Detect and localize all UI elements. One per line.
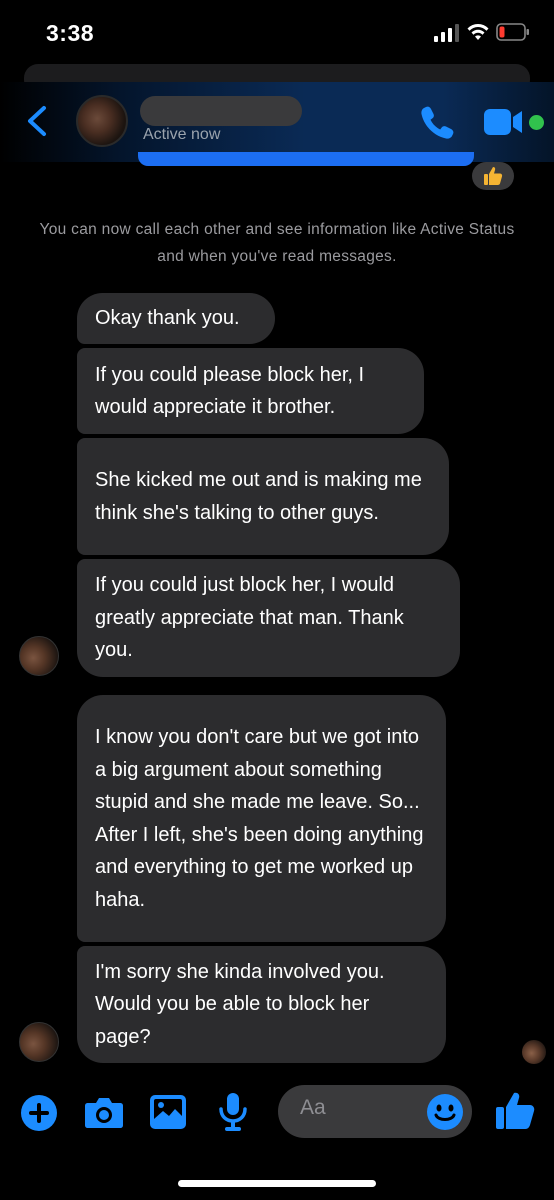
message-bubble[interactable]: If you could please block her, I would a… bbox=[77, 348, 424, 434]
active-status: Active now bbox=[143, 126, 221, 143]
seen-indicator-avatar bbox=[522, 1040, 546, 1064]
emoji-icon[interactable] bbox=[426, 1093, 464, 1131]
thumbs-up-icon bbox=[484, 167, 503, 185]
active-indicator bbox=[529, 115, 544, 130]
conversation-info-text: You can now call each other and see info… bbox=[39, 221, 515, 265]
contact-avatar[interactable] bbox=[76, 95, 128, 147]
thumbs-up-icon[interactable] bbox=[494, 1090, 536, 1132]
back-chevron-icon[interactable] bbox=[24, 104, 52, 138]
photo-icon[interactable] bbox=[149, 1094, 187, 1130]
signal-icon bbox=[434, 24, 459, 42]
status-time: 3:38 bbox=[46, 20, 95, 46]
home-indicator[interactable] bbox=[178, 1180, 376, 1187]
outgoing-bubble-edge bbox=[138, 152, 474, 166]
plus-icon[interactable] bbox=[20, 1094, 58, 1132]
message-bubble[interactable]: I'm sorry she kinda involved you. Would … bbox=[77, 946, 446, 1063]
contact-name-redacted[interactable] bbox=[140, 96, 302, 126]
battery-icon bbox=[496, 23, 529, 41]
like-reaction[interactable] bbox=[472, 162, 514, 190]
wifi-icon bbox=[467, 24, 489, 40]
message-input-placeholder: Aa bbox=[300, 1096, 326, 1119]
message-bubble[interactable]: I know you don't care but we got into a … bbox=[77, 695, 446, 942]
microphone-icon[interactable] bbox=[218, 1092, 248, 1132]
message-bubble[interactable]: She kicked me out and is making me think… bbox=[77, 438, 449, 555]
message-bubble[interactable]: Okay thank you. bbox=[77, 293, 275, 344]
message-bubble[interactable]: If you could just block her, I would gre… bbox=[77, 559, 460, 677]
status-bar: 3:38 bbox=[0, 0, 554, 64]
video-camera-icon[interactable] bbox=[484, 108, 526, 136]
camera-icon[interactable] bbox=[84, 1094, 124, 1130]
sender-avatar[interactable] bbox=[19, 636, 59, 676]
phone-icon[interactable] bbox=[418, 104, 456, 140]
sender-avatar[interactable] bbox=[19, 1022, 59, 1062]
